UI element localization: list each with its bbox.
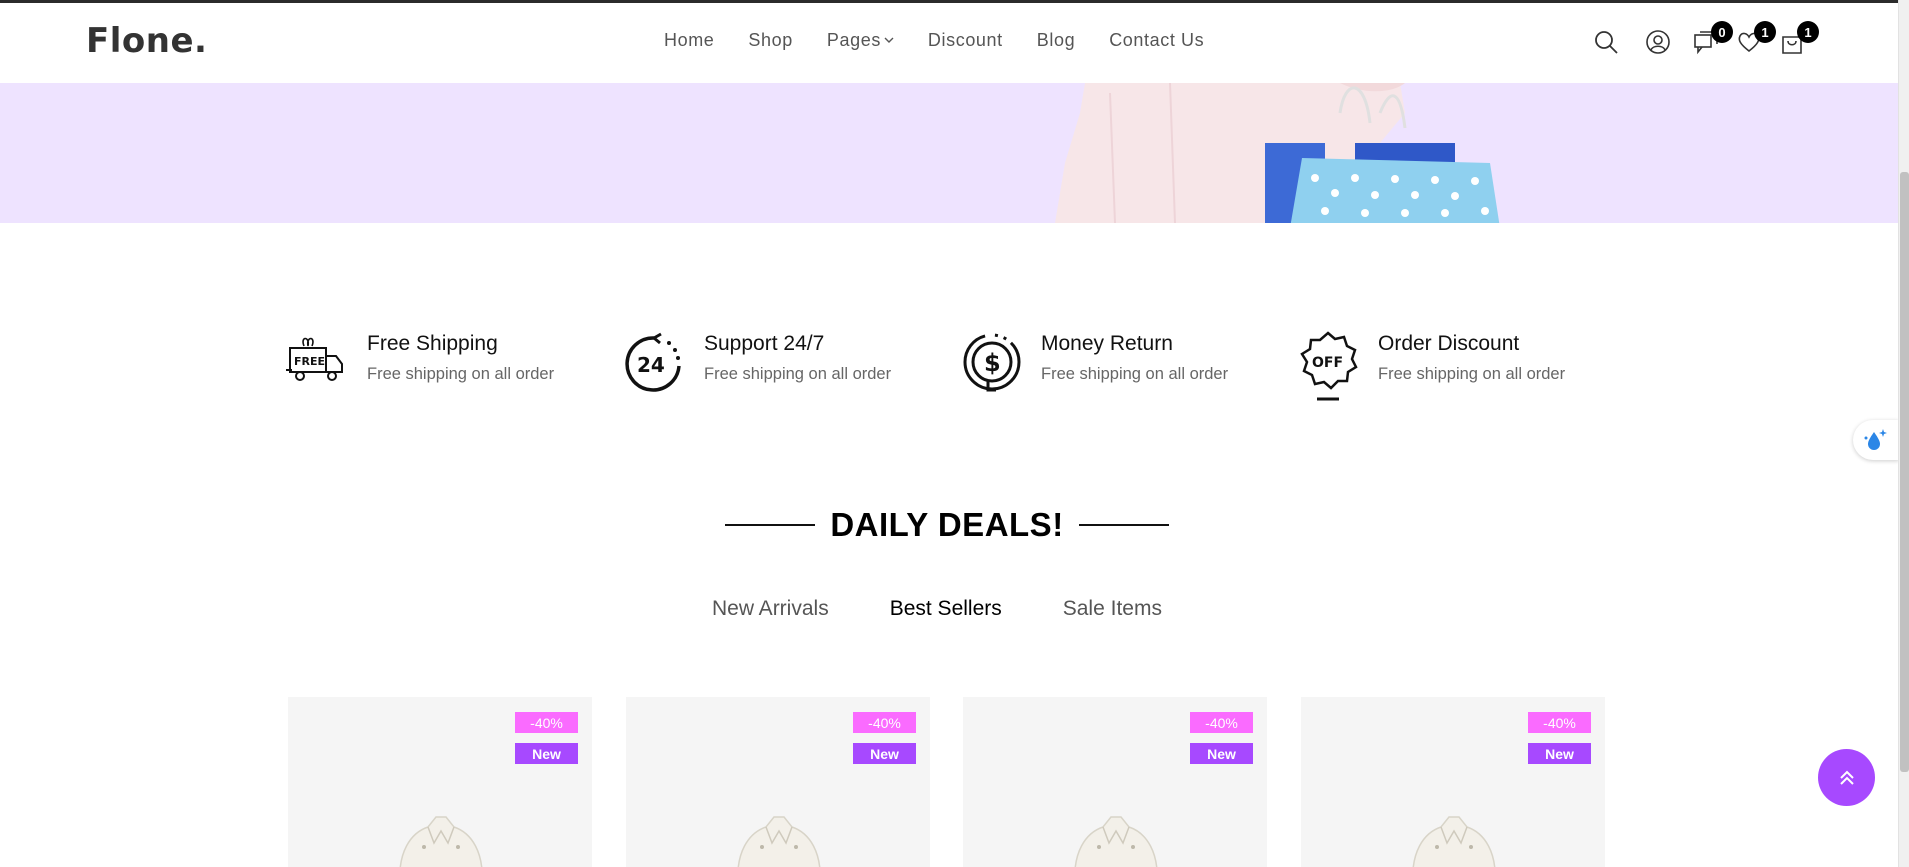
feature-description: Free shipping on all order bbox=[1378, 365, 1566, 383]
feature-support: 24 Support 24/7 Free shipping on all ord… bbox=[623, 330, 943, 410]
nav-item-pages[interactable]: Pages bbox=[827, 30, 894, 51]
product-image[interactable] bbox=[718, 813, 840, 867]
feature-title: Support 24/7 bbox=[704, 332, 825, 355]
new-badge: New bbox=[853, 743, 916, 764]
nav-item-label: Discount bbox=[927, 30, 1003, 50]
feature-title: Money Return bbox=[1041, 332, 1173, 355]
nav-item-label: Home bbox=[664, 30, 715, 50]
hero-model-image bbox=[1055, 83, 1500, 223]
feature-title: Order Discount bbox=[1378, 332, 1520, 355]
title-divider-left bbox=[725, 524, 815, 526]
double-chevron-up-icon bbox=[1839, 770, 1854, 785]
tab-best-sellers[interactable]: Best Sellers bbox=[890, 597, 1002, 621]
hero-banner bbox=[0, 83, 1898, 223]
feature-money-return: $ Money Return Free shipping on all orde… bbox=[960, 330, 1280, 410]
chevron-down-icon bbox=[884, 35, 894, 47]
feature-description: Free shipping on all order bbox=[367, 365, 555, 383]
nav-item-label: Blog bbox=[1036, 30, 1076, 50]
discount-badge: -40% bbox=[853, 712, 916, 733]
feature-order-discount: OFF Order Discount Free shipping on all … bbox=[1297, 330, 1617, 410]
wishlist-count-badge: 1 bbox=[1754, 21, 1776, 43]
order-discount-icon: OFF bbox=[1297, 330, 1359, 402]
user-icon[interactable] bbox=[1645, 29, 1673, 57]
svg-text:24: 24 bbox=[637, 353, 665, 377]
tab-sale-items[interactable]: Sale Items bbox=[1063, 597, 1162, 621]
scrollbar-thumb[interactable] bbox=[1900, 172, 1909, 772]
svg-text:FREE: FREE bbox=[294, 355, 325, 368]
product-image[interactable] bbox=[380, 813, 502, 867]
heart-icon[interactable]: 1 bbox=[1736, 21, 1776, 57]
water-drop-sparkle-icon bbox=[1864, 429, 1887, 450]
product-tabs: New Arrivals Best Sellers Sale Items bbox=[712, 597, 1223, 621]
product-card[interactable]: -40% New bbox=[963, 697, 1267, 867]
money-return-icon: $ bbox=[960, 330, 1022, 402]
feature-title: Free Shipping bbox=[367, 332, 498, 355]
feature-free-shipping: FREE Free Shipping Free shipping on all … bbox=[286, 330, 606, 410]
nav-item-shop[interactable]: Shop bbox=[748, 30, 792, 51]
nav-item-home[interactable]: Home bbox=[664, 30, 714, 51]
section-heading: DAILY DEALS! bbox=[830, 506, 1064, 543]
main-nav: Home Shop Pages Discount Blog Contact Us bbox=[664, 30, 1238, 51]
compare-icon[interactable]: 0 bbox=[1693, 21, 1733, 57]
nav-item-contact[interactable]: Contact Us bbox=[1109, 30, 1204, 51]
title-divider-right bbox=[1079, 524, 1169, 526]
nav-item-discount[interactable]: Discount bbox=[928, 30, 1003, 51]
cart-icon[interactable]: 1 bbox=[1779, 21, 1819, 57]
product-card[interactable]: -40% New bbox=[288, 697, 592, 867]
new-badge: New bbox=[1528, 743, 1591, 764]
product-grid: -40% New -40% New -40% New -40% New bbox=[288, 697, 1608, 867]
svg-text:OFF: OFF bbox=[1312, 355, 1343, 371]
support-24-7-icon: 24 bbox=[623, 330, 685, 402]
product-image[interactable] bbox=[1393, 813, 1515, 867]
discount-badge: -40% bbox=[1190, 712, 1253, 733]
discount-badge: -40% bbox=[1528, 712, 1591, 733]
tab-new-arrivals[interactable]: New Arrivals bbox=[712, 597, 829, 621]
nav-item-blog[interactable]: Blog bbox=[1037, 30, 1075, 51]
product-image[interactable] bbox=[1055, 813, 1177, 867]
nav-item-label: Contact Us bbox=[1109, 30, 1205, 50]
product-card[interactable]: -40% New bbox=[626, 697, 930, 867]
floating-widget-button[interactable] bbox=[1853, 420, 1899, 460]
logo[interactable]: Flone. bbox=[86, 21, 207, 61]
nav-item-label: Pages bbox=[826, 30, 881, 50]
section-title: DAILY DEALS! bbox=[725, 500, 1169, 550]
features-row: FREE Free Shipping Free shipping on all … bbox=[286, 330, 1626, 410]
site-header: Flone. Home Shop Pages Discount Blog Con… bbox=[0, 3, 1898, 83]
discount-badge: -40% bbox=[515, 712, 578, 733]
product-card[interactable]: -40% New bbox=[1301, 697, 1605, 867]
new-badge: New bbox=[1190, 743, 1253, 764]
svg-text:$: $ bbox=[984, 349, 1001, 377]
free-shipping-truck-icon: FREE bbox=[286, 330, 348, 402]
back-to-top-button[interactable] bbox=[1818, 749, 1875, 806]
new-badge: New bbox=[515, 743, 578, 764]
header-icons: 0 1 1 bbox=[1588, 21, 1828, 61]
compare-count-badge: 0 bbox=[1711, 21, 1733, 43]
nav-item-label: Shop bbox=[748, 30, 793, 50]
feature-description: Free shipping on all order bbox=[1041, 365, 1229, 383]
search-icon[interactable] bbox=[1593, 29, 1621, 57]
cart-count-badge: 1 bbox=[1797, 21, 1819, 43]
feature-description: Free shipping on all order bbox=[704, 365, 892, 383]
page-scrollbar[interactable] bbox=[1898, 0, 1909, 867]
